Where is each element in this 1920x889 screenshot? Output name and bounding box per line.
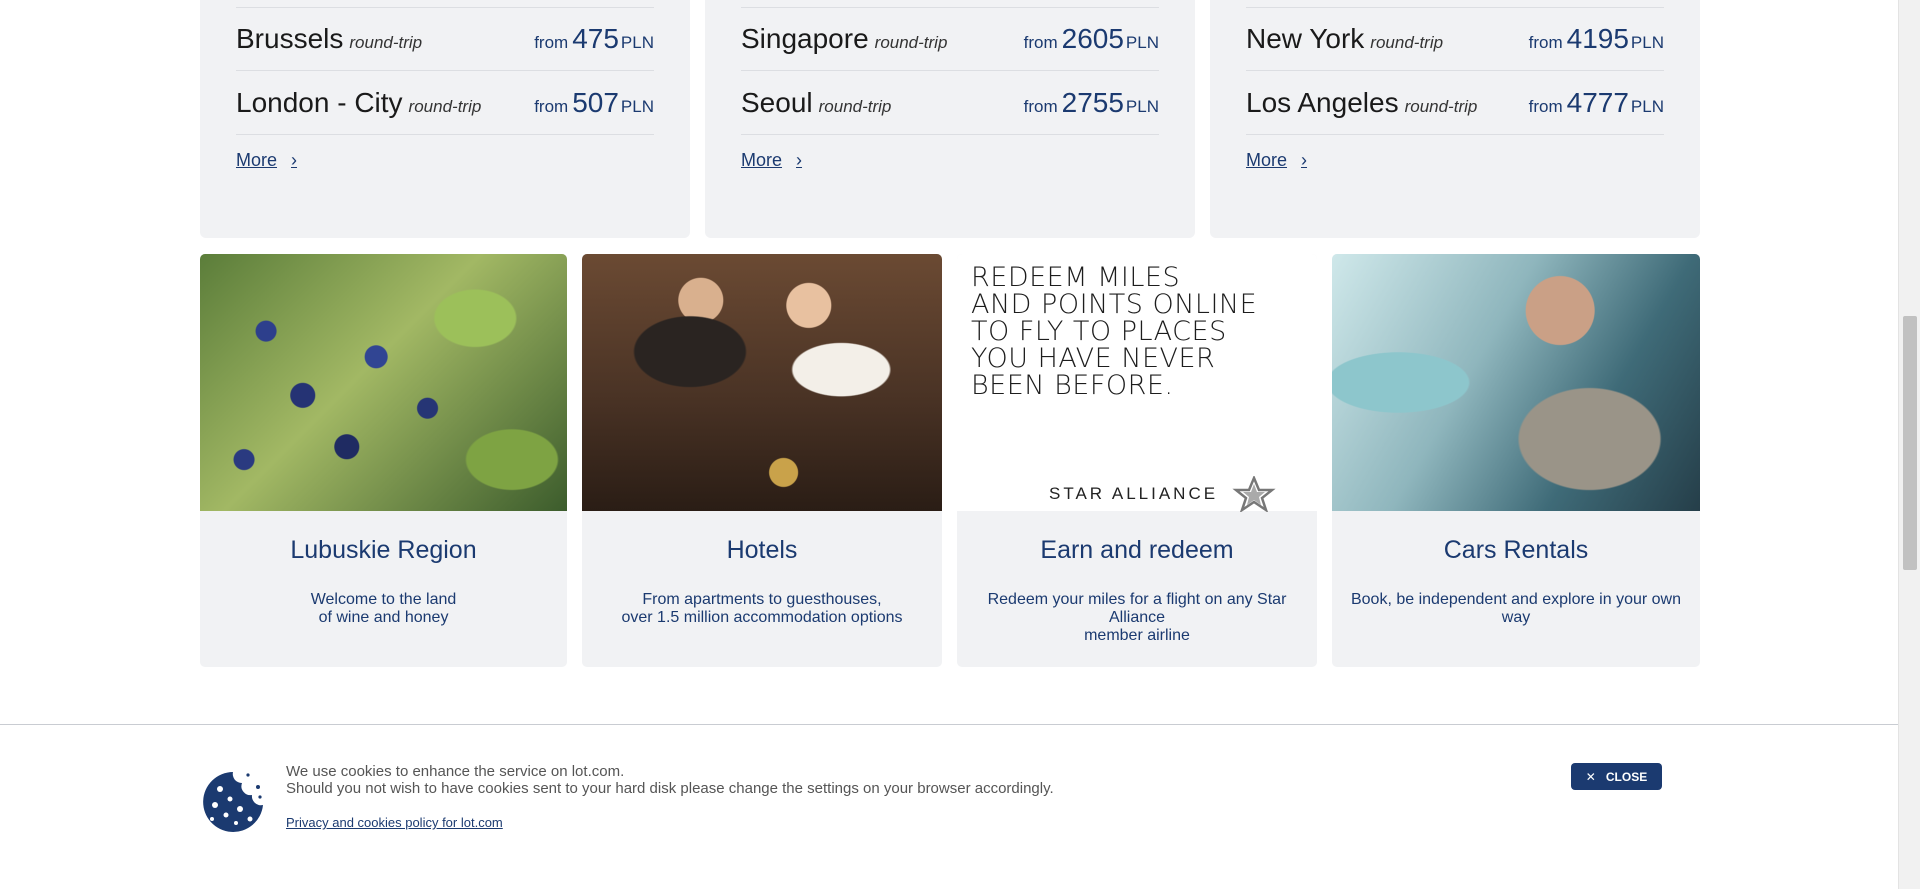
price-value: 4777 <box>1566 86 1629 118</box>
cookie-message-line: We use cookies to enhance the service on… <box>286 763 625 780</box>
tile-description-line: Welcome to the land <box>310 591 457 608</box>
currency: PLN <box>1630 96 1664 116</box>
banner-line: YOU HAVE NEVER <box>971 343 1216 374</box>
tile-description-line: over 1.5 million accommodation options <box>621 609 903 626</box>
tile-description-line: member airline <box>1084 627 1190 644</box>
car-rental-image <box>1332 254 1700 511</box>
more-label: More <box>236 150 278 170</box>
destination-row[interactable]: New York round-trip from 4195 PLN <box>1246 7 1664 71</box>
destination-row[interactable]: Seoul round-trip from 2755 PLN <box>741 71 1159 135</box>
price-value: 507 <box>572 86 619 118</box>
chevron-right-icon: › <box>291 150 298 170</box>
star-alliance-logo: STAR ALLIANCE <box>1049 476 1280 512</box>
trip-type: round-trip <box>818 96 892 116</box>
close-label: CLOSE <box>1605 769 1648 784</box>
privacy-policy-link[interactable]: Privacy and cookies policy for lot.com <box>286 815 503 830</box>
tile-car-rentals[interactable]: Cars Rentals Book, be independent and ex… <box>1332 254 1700 667</box>
trip-type: round-trip <box>1370 32 1444 52</box>
tile-description: Welcome to the land of wine and honey <box>206 591 561 627</box>
trip-type: round-trip <box>874 32 948 52</box>
cookie-message-line: Should you not wish to have cookies sent… <box>286 780 1054 797</box>
price-from-label: from <box>534 96 569 116</box>
currency: PLN <box>620 32 654 52</box>
tile-description-line: From apartments to guesthouses, <box>642 591 882 608</box>
tile-title: Lubuskie Region <box>290 536 477 564</box>
tile-title: Cars Rentals <box>1443 536 1589 564</box>
banner-line: AND POINTS ONLINE <box>971 289 1258 320</box>
tile-description: Redeem your miles for a flight on any St… <box>963 591 1311 645</box>
more-link[interactable]: More › <box>1246 150 1307 171</box>
trip-type: round-trip <box>408 96 482 116</box>
price-from-label: from <box>1528 32 1563 52</box>
chevron-right-icon: › <box>796 150 803 170</box>
tile-title: Earn and redeem <box>1040 536 1234 564</box>
currency: PLN <box>1125 32 1159 52</box>
city-name: Singapore <box>741 22 869 54</box>
cookie-message: We use cookies to enhance the service on… <box>286 763 1054 797</box>
tile-description-line: Book, be independent and explore in your… <box>1350 591 1681 626</box>
tile-lubuskie-region[interactable]: Lubuskie Region Welcome to the land of w… <box>200 254 567 667</box>
destination-row[interactable]: Los Angeles round-trip from 4777 PLN <box>1246 71 1664 135</box>
brand-name: STAR ALLIANCE <box>1049 484 1219 503</box>
banner-headline: REDEEM MILES AND POINTS ONLINE TO FLY TO… <box>971 264 1311 399</box>
price-from-label: from <box>1023 32 1058 52</box>
city-name: Seoul <box>741 86 813 118</box>
price-value: 2605 <box>1061 22 1124 54</box>
trip-type: round-trip <box>349 32 423 52</box>
more-link[interactable]: More › <box>236 150 297 171</box>
price-value: 475 <box>572 22 619 54</box>
more-label: More <box>741 150 783 170</box>
tile-hotels[interactable]: Hotels From apartments to guesthouses, o… <box>582 254 942 667</box>
currency: PLN <box>620 96 654 116</box>
price-from-label: from <box>1528 96 1563 116</box>
tile-description: Book, be independent and explore in your… <box>1338 591 1694 627</box>
destination-card-europe: Brussels round-trip from 475 PLN London - C… <box>200 0 690 238</box>
price-from-label: from <box>1023 96 1058 116</box>
cookie-banner: We use cookies to enhance the service on… <box>0 724 1898 889</box>
price-value: 4195 <box>1566 22 1629 54</box>
more-label: More <box>1246 150 1288 170</box>
destination-row[interactable]: Singapore round-trip from 2605 PLN <box>741 7 1159 71</box>
scrollbar-thumb[interactable] <box>1903 316 1917 570</box>
destination-row[interactable]: London - City round-trip from 507 PLN <box>236 71 654 135</box>
hotel-reception-image <box>582 254 942 511</box>
city-name: London - City <box>236 86 403 118</box>
more-link[interactable]: More › <box>741 150 802 171</box>
banner-line: REDEEM MILES <box>971 262 1181 293</box>
tile-description-line: Redeem your miles for a flight on any St… <box>987 591 1287 626</box>
star-alliance-banner: REDEEM MILES AND POINTS ONLINE TO FLY TO… <box>957 254 1317 512</box>
tile-title: Hotels <box>726 536 798 564</box>
cookie-icon <box>203 772 263 832</box>
close-icon: ✕ <box>1585 769 1596 784</box>
tile-earn-and-redeem[interactable]: REDEEM MILES AND POINTS ONLINE TO FLY TO… <box>957 254 1317 667</box>
price-from-label: from <box>534 32 569 52</box>
banner-line: BEEN BEFORE. <box>971 370 1174 401</box>
city-name: Los Angeles <box>1246 86 1399 118</box>
destination-card-asia: Singapore round-trip from 2605 PLN Seoul rou… <box>705 0 1195 238</box>
currency: PLN <box>1630 32 1664 52</box>
trip-type: round-trip <box>1404 96 1478 116</box>
banner-line: TO FLY TO PLACES <box>971 316 1227 347</box>
page-scrollbar[interactable] <box>1898 0 1920 889</box>
destination-card-americas: New York round-trip from 4195 PLN Los Angel… <box>1210 0 1700 238</box>
city-name: Brussels <box>236 22 344 54</box>
currency: PLN <box>1125 96 1159 116</box>
city-name: New York <box>1246 22 1365 54</box>
price-value: 2755 <box>1061 86 1124 118</box>
close-cookie-button[interactable]: ✕ CLOSE <box>1571 763 1662 790</box>
grapes-image <box>200 254 567 511</box>
chevron-right-icon: › <box>1301 150 1308 170</box>
tile-description-line: of wine and honey <box>318 609 449 626</box>
destination-row[interactable]: Brussels round-trip from 475 PLN <box>236 7 654 71</box>
tile-description: From apartments to guesthouses, over 1.5… <box>588 591 936 627</box>
star-alliance-icon <box>1232 476 1276 512</box>
